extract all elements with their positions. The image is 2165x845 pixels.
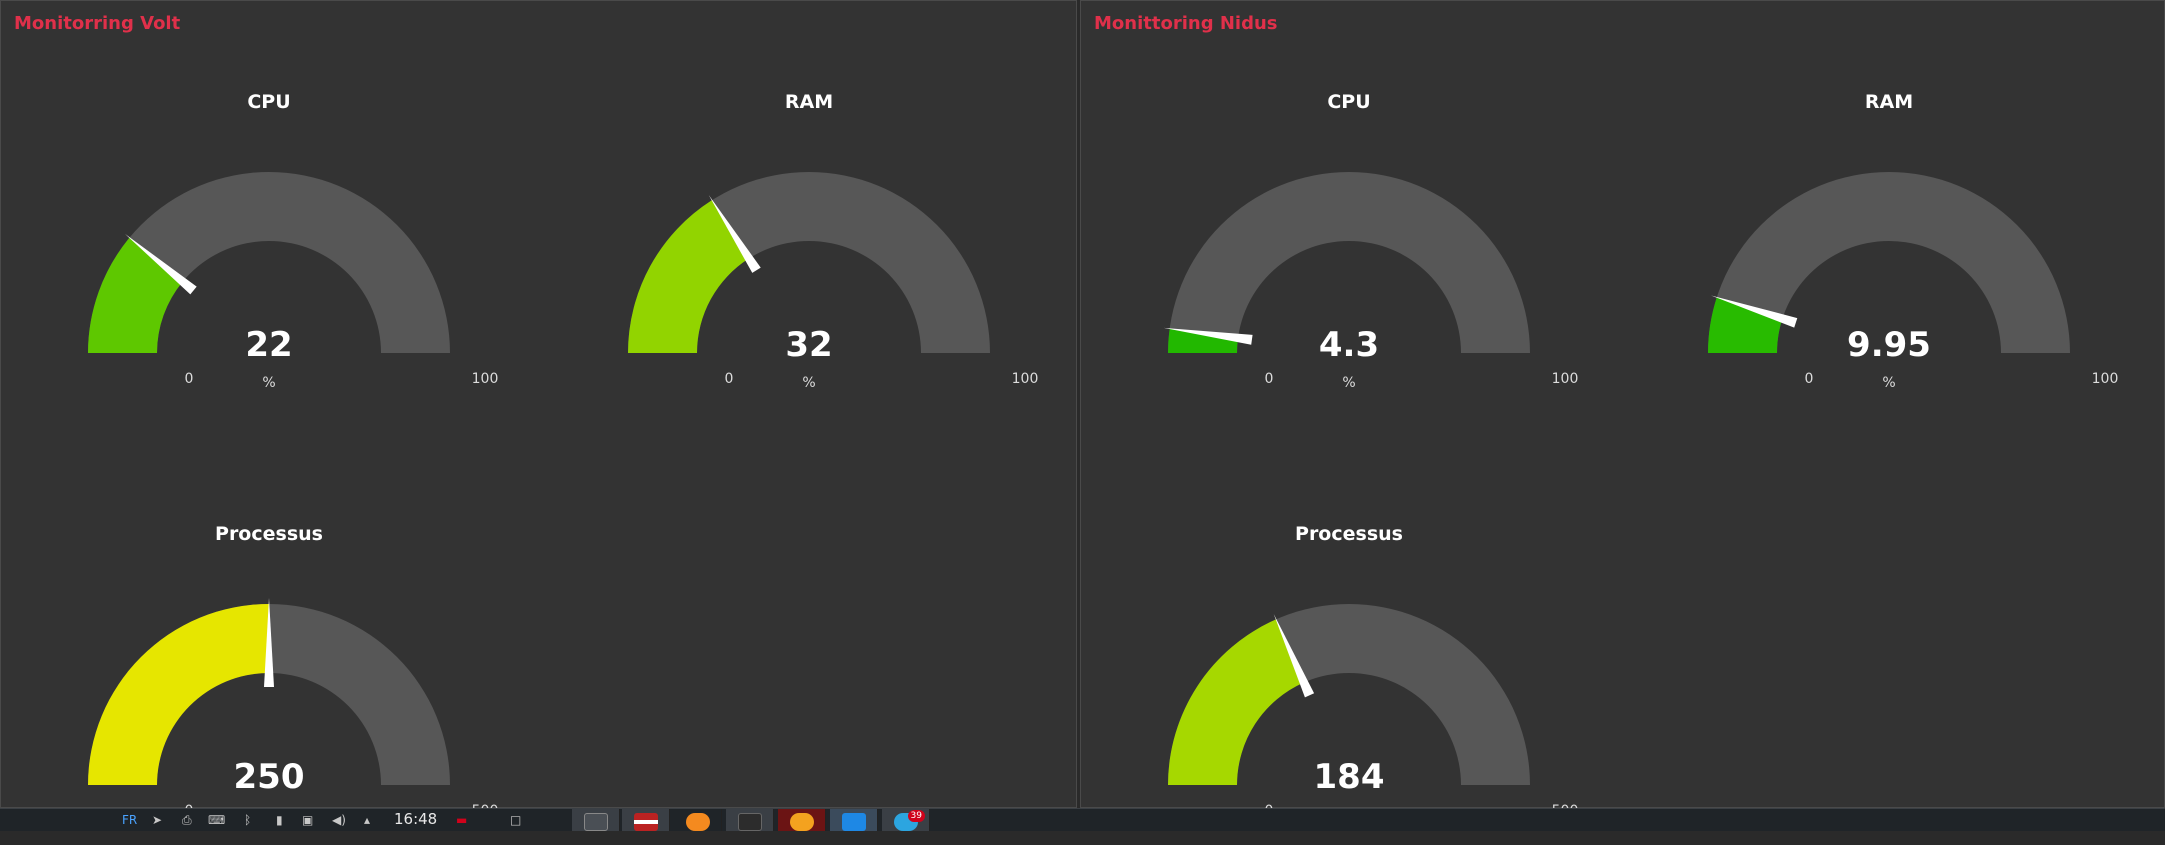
gauge-value: 32 <box>785 325 833 365</box>
printer-icon[interactable]: ⎙ <box>182 813 192 828</box>
taskbar-app-telegram[interactable]: 39 <box>882 809 930 831</box>
send-icon[interactable]: ➤ <box>152 813 162 827</box>
panel-monitoring-volt: Monitorring Volt CPU 22 % 0 100 RAM 32 %… <box>0 0 1077 819</box>
taskbar-app-monitor[interactable] <box>572 809 620 831</box>
gauge-value: 250 <box>233 757 305 797</box>
battery-icon[interactable]: ▬ <box>456 813 467 827</box>
taskbar-app-firefox[interactable] <box>674 809 722 831</box>
gauge-value: 4.3 <box>1318 325 1380 365</box>
gauge-min: 0 <box>724 371 734 387</box>
usb-icon[interactable]: ▮ <box>276 813 283 827</box>
firefox-icon <box>686 813 710 831</box>
monitor-icon <box>584 813 608 831</box>
gauge-title: Processus <box>1295 523 1403 545</box>
keyboard-layout-indicator[interactable]: FR <box>122 813 137 827</box>
gauge-title: RAM <box>784 91 834 113</box>
keyboard-icon[interactable]: ⌨ <box>208 813 225 827</box>
gauge-title: CPU <box>247 91 291 113</box>
notification-badge: 39 <box>907 810 925 822</box>
gauge-max: 100 <box>1011 371 1039 387</box>
gauge-value: 184 <box>1313 757 1385 797</box>
flag-icon <box>634 813 658 831</box>
panel-monitoring-nidus: Monittoring Nidus CPU 4.3 % 0 100 RAM 9.… <box>1080 0 2165 819</box>
volume-icon[interactable]: ◀) <box>332 813 346 827</box>
gauge-title: CPU <box>1327 91 1371 113</box>
gauge-title: Processus <box>215 523 323 545</box>
taskbar-app-flag[interactable] <box>622 809 670 831</box>
gauge-cpu: CPU 4.3 % 0 100 <box>1149 13 1578 391</box>
gauge-max: 100 <box>2091 371 2119 387</box>
clock[interactable]: 16:48 <box>394 810 437 828</box>
taskbar-app-firefox-dev[interactable] <box>778 809 826 831</box>
gauge-unit: % <box>1342 375 1356 391</box>
gauge-unit: % <box>802 375 816 391</box>
gauge-max: 100 <box>471 371 499 387</box>
gauge-cpu: CPU 22 % 0 100 <box>69 13 498 391</box>
gauge-min: 0 <box>1264 371 1274 387</box>
gauge-title: RAM <box>1864 91 1914 113</box>
gauge-processus: Processus 250 0 500 <box>69 445 498 819</box>
gauge-unit: % <box>1882 375 1896 391</box>
vscode-icon <box>842 813 866 831</box>
gauge-min: 0 <box>184 371 194 387</box>
firefox-dev-icon <box>790 813 814 831</box>
gauge-value: 22 <box>245 325 293 365</box>
gauge-ram: RAM 32 % 0 100 <box>609 13 1038 391</box>
taskbar: FR ➤ ⎙ ⌨ ᛒ ▮ ▣ ◀) ▴ 16:48 ▬ □ 39 <box>0 808 2165 831</box>
taskbar-app-vscode[interactable] <box>830 809 878 831</box>
gauge-processus: Processus 184 0 500 <box>1149 445 1578 819</box>
show-desktop-icon[interactable]: □ <box>510 813 521 827</box>
bluetooth-icon[interactable]: ᛒ <box>244 813 251 827</box>
gauge-min: 0 <box>1804 371 1814 387</box>
display-icon[interactable]: ▣ <box>302 813 313 827</box>
taskbar-app-terminal[interactable] <box>726 809 774 831</box>
gauge-unit: % <box>262 375 276 391</box>
gauge-value: 9.95 <box>1847 325 1931 365</box>
gauge-ram: RAM 9.95 % 0 100 <box>1689 13 2118 391</box>
gauge-max: 100 <box>1551 371 1579 387</box>
terminal-icon <box>738 813 762 831</box>
network-icon[interactable]: ▴ <box>364 813 370 827</box>
